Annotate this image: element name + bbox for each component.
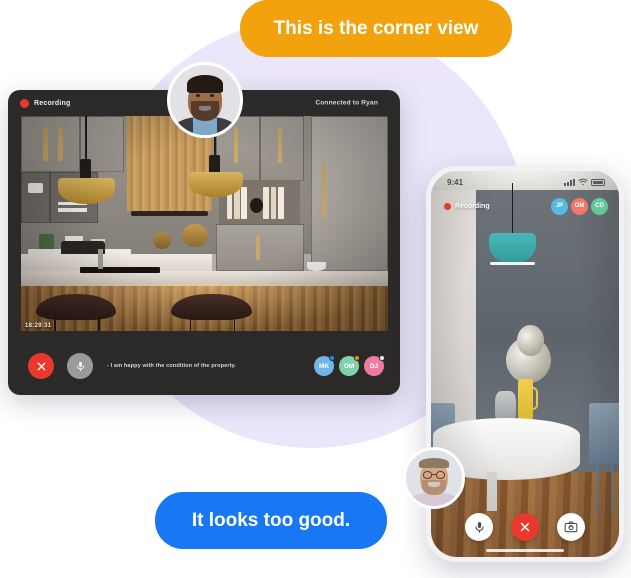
participant-avatar[interactable]: JP (551, 197, 568, 215)
flip-camera-button[interactable] (557, 513, 585, 541)
recording-dot-icon (444, 202, 451, 210)
scene-vignette (21, 116, 388, 331)
recording-dot-icon (20, 98, 29, 108)
participant-initials: CD (595, 203, 604, 209)
home-indicator (486, 549, 564, 552)
participant-avatar[interactable]: DJ (364, 355, 385, 376)
recording-label: Recording (34, 99, 71, 107)
participant-avatar[interactable]: OM (339, 355, 360, 376)
participant-avatars: MK OM DJ (314, 355, 385, 376)
self-view-avatar[interactable] (403, 447, 465, 509)
avatar-beard (191, 101, 219, 121)
phone-participant-avatars: JP OM CD (551, 197, 608, 215)
end-call-button[interactable] (28, 353, 54, 379)
status-dot-icon (354, 355, 360, 361)
phone-controls-bar (431, 513, 619, 541)
end-call-button[interactable] (511, 513, 539, 541)
microphone-icon (474, 521, 484, 533)
participant-initials: OM (343, 362, 355, 370)
participant-avatar[interactable]: MK (314, 355, 335, 376)
wifi-icon (578, 178, 588, 186)
phone-recording-indicator: Recording (444, 202, 490, 210)
callout-top-text: This is the corner view (273, 17, 479, 39)
live-caption-text: - I am happy with the condition of the p… (107, 363, 237, 369)
microphone-button[interactable] (465, 513, 493, 541)
close-icon (520, 522, 530, 532)
phone-status-bar: 9:41 (431, 171, 619, 193)
recording-indicator: Recording (20, 98, 71, 108)
connection-status: Connected to Ryan (315, 99, 378, 107)
desktop-video-feed[interactable]: 18:29:31 (21, 116, 388, 331)
callout-top: This is the corner view (240, 0, 512, 57)
callout-bottom-text: It looks too good. (191, 509, 351, 531)
video-timestamp: 18:29:31 (25, 323, 52, 329)
cellular-signal-icon (564, 178, 575, 186)
participant-initials: DJ (369, 362, 379, 370)
avatar-hair (186, 74, 224, 93)
caller-avatar[interactable] (167, 62, 243, 138)
participant-avatar[interactable]: OM (571, 197, 588, 215)
callout-bottom: It looks too good. (155, 492, 387, 549)
status-icons (564, 178, 605, 186)
participant-initials: JP (555, 203, 564, 209)
microphone-button[interactable] (67, 353, 93, 379)
battery-icon (591, 178, 605, 186)
status-time: 9:41 (447, 177, 464, 187)
glasses-bridge (432, 474, 436, 476)
status-dot-icon (379, 355, 385, 361)
avatar-glasses (435, 471, 446, 479)
screenshot-root: This is the corner view Recording Connec… (0, 0, 631, 578)
phone-recording-row: Recording JP OM CD (431, 197, 619, 215)
microphone-icon (76, 361, 84, 371)
avatar-glasses (422, 471, 433, 479)
avatar-beard (422, 480, 446, 495)
desktop-controls-bar: - I am happy with the condition of the p… (8, 337, 400, 395)
participant-avatar[interactable]: CD (591, 197, 608, 215)
kitchen-scene (21, 116, 388, 331)
participant-initials: MK (318, 362, 330, 370)
camera-flip-icon (564, 521, 578, 533)
close-icon (37, 362, 45, 370)
phone-recording-label: Recording (455, 202, 490, 210)
status-dot-icon (329, 355, 335, 361)
participant-initials: OM (574, 203, 585, 209)
avatar-hair (418, 457, 450, 468)
